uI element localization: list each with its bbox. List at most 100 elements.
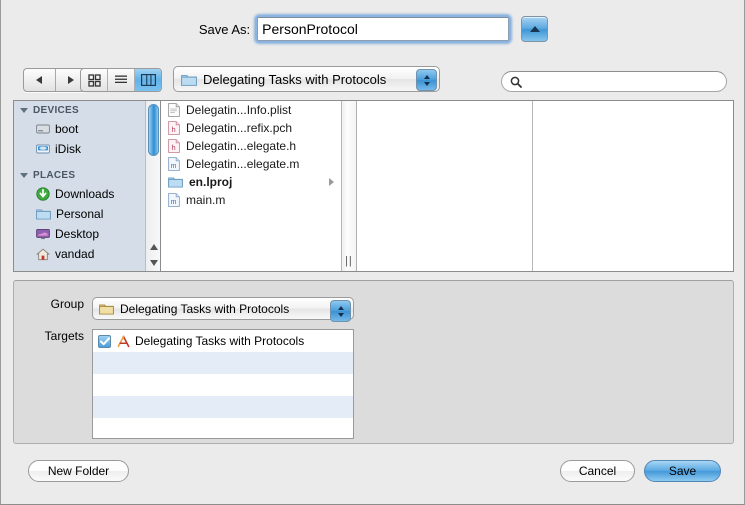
- sidebar-item-label: Personal: [56, 207, 104, 221]
- file-name: Delegatin...elegate.m: [186, 157, 300, 171]
- save-as-field-wrapper: [255, 15, 512, 43]
- search-icon: [510, 76, 522, 88]
- svg-text:h: h: [172, 143, 176, 152]
- view-mode-segmented-control: [80, 68, 162, 92]
- group-value: Delegating Tasks with Protocols: [120, 301, 290, 316]
- grid-icon: [87, 73, 101, 87]
- hard-drive-icon: [36, 123, 50, 135]
- h-file-icon: h: [168, 139, 180, 153]
- sidebar-item-label: Downloads: [55, 187, 115, 201]
- sidebar-scrollbar[interactable]: [145, 101, 160, 271]
- search-field[interactable]: [501, 71, 727, 92]
- svg-text:m: m: [171, 163, 177, 170]
- file-row[interactable]: h Delegatin...refix.pch: [161, 119, 341, 137]
- file-name: en.lproj: [189, 175, 233, 189]
- chevron-down-icon: [337, 312, 344, 317]
- path-popup-button[interactable]: Delegating Tasks with Protocols: [173, 66, 440, 92]
- browser-column-empty-1[interactable]: [357, 101, 533, 271]
- target-row[interactable]: Delegating Tasks with Protocols: [93, 330, 353, 352]
- search-input[interactable]: [527, 73, 721, 90]
- target-row[interactable]: [93, 374, 353, 396]
- target-checkbox[interactable]: [98, 334, 111, 348]
- sidebar-item-personal[interactable]: Personal: [14, 204, 160, 224]
- chevron-down-icon: [423, 81, 430, 86]
- save-dialog: Save As: PersonProtocol Delegating Tasks…: [0, 0, 745, 505]
- folder-icon: [181, 74, 197, 86]
- accessory-panel: Group Delegating Tasks with Protocols Ta…: [13, 280, 734, 444]
- m-file-icon: m: [168, 193, 180, 207]
- sidebar-item-label: iDisk: [55, 142, 81, 156]
- browser-column-files: Delegatin...Info.plist h Delegatin...ref…: [161, 101, 342, 271]
- back-arrow-icon: [36, 76, 43, 84]
- target-name: Delegating Tasks with Protocols: [135, 334, 305, 348]
- chevron-right-icon: [329, 178, 334, 186]
- sidebar-section-devices[interactable]: DEVICES: [14, 101, 160, 119]
- save-as-row: Save As:: [1, 0, 744, 58]
- chevron-up-icon: [337, 305, 344, 310]
- scrollbar-arrows[interactable]: [146, 239, 160, 271]
- target-row[interactable]: [93, 352, 353, 374]
- group-popup-button[interactable]: Delegating Tasks with Protocols: [92, 297, 354, 322]
- resize-grip-icon: ||: [345, 255, 353, 267]
- forward-arrow-icon: [67, 76, 74, 84]
- back-button[interactable]: [24, 69, 56, 91]
- scroll-down-icon[interactable]: [149, 260, 158, 266]
- targets-row: Targets Delegating Tasks with Protocols: [26, 329, 354, 439]
- desktop-icon: [36, 228, 50, 240]
- new-folder-button[interactable]: New Folder: [28, 460, 129, 482]
- file-row[interactable]: en.lproj: [161, 173, 341, 191]
- path-popup-stepper[interactable]: [416, 69, 437, 91]
- idisk-icon: [36, 143, 50, 155]
- group-stepper[interactable]: [330, 300, 351, 322]
- columns-icon: [140, 74, 156, 86]
- sidebar-item-boot[interactable]: boot: [14, 119, 160, 139]
- folder-icon: [168, 176, 183, 188]
- file-name: Delegatin...Info.plist: [186, 103, 292, 117]
- targets-label: Targets: [44, 329, 84, 343]
- m-file-icon: m: [168, 157, 180, 171]
- scrollbar-thumb[interactable]: [148, 104, 159, 156]
- save-button[interactable]: Save: [644, 460, 721, 482]
- h-file-icon: h: [168, 121, 180, 135]
- target-row[interactable]: [93, 418, 353, 438]
- column-view-button[interactable]: [135, 69, 161, 91]
- svg-text:m: m: [171, 199, 177, 206]
- list-icon: [115, 75, 127, 83]
- file-row[interactable]: m main.m: [161, 191, 341, 209]
- navigation-segmented-control: [23, 68, 87, 92]
- scroll-up-icon[interactable]: [149, 244, 158, 250]
- sidebar-section-places[interactable]: PLACES: [14, 166, 160, 184]
- file-row[interactable]: h Delegatin...elegate.h: [161, 137, 341, 155]
- targets-list[interactable]: Delegating Tasks with Protocols: [92, 329, 354, 439]
- sidebar-item-label: Desktop: [55, 227, 100, 241]
- file-row[interactable]: Delegatin...Info.plist: [161, 101, 341, 119]
- file-name: main.m: [186, 193, 226, 207]
- plist-file-icon: [168, 103, 180, 117]
- browser-column-empty-2[interactable]: [533, 101, 733, 271]
- cancel-button[interactable]: Cancel: [560, 460, 635, 482]
- sidebar-section-label: DEVICES: [33, 104, 80, 116]
- target-icon: [117, 335, 130, 347]
- group-label: Group: [50, 297, 84, 311]
- icon-view-button[interactable]: [81, 69, 108, 91]
- collapse-dialog-button[interactable]: [521, 16, 549, 42]
- target-row[interactable]: [93, 396, 353, 418]
- list-view-button[interactable]: [108, 69, 135, 91]
- group-folder-icon: [99, 303, 114, 315]
- checkmark-icon: [99, 336, 110, 345]
- downloads-icon: [36, 187, 50, 201]
- svg-text:h: h: [172, 125, 176, 134]
- sidebar-item-idisk[interactable]: iDisk: [14, 139, 160, 159]
- sidebar-item-downloads[interactable]: Downloads: [14, 184, 160, 204]
- save-as-label: Save As:: [198, 21, 251, 37]
- disclosure-triangle-icon: [20, 172, 28, 178]
- sidebar-item-desktop[interactable]: Desktop: [14, 224, 160, 244]
- sidebar-item-label: vandad: [55, 247, 95, 261]
- file-browser: DEVICES boot iDisk PLACES Downloads Pers…: [13, 100, 734, 272]
- sidebar-item-vandad[interactable]: vandad: [14, 244, 160, 264]
- save-as-input[interactable]: [257, 17, 510, 41]
- disclosure-triangle-icon: [20, 107, 28, 113]
- column-resize-divider[interactable]: ||: [342, 101, 357, 271]
- file-row[interactable]: m Delegatin...elegate.m: [161, 155, 341, 173]
- sidebar-section-label: PLACES: [33, 169, 76, 181]
